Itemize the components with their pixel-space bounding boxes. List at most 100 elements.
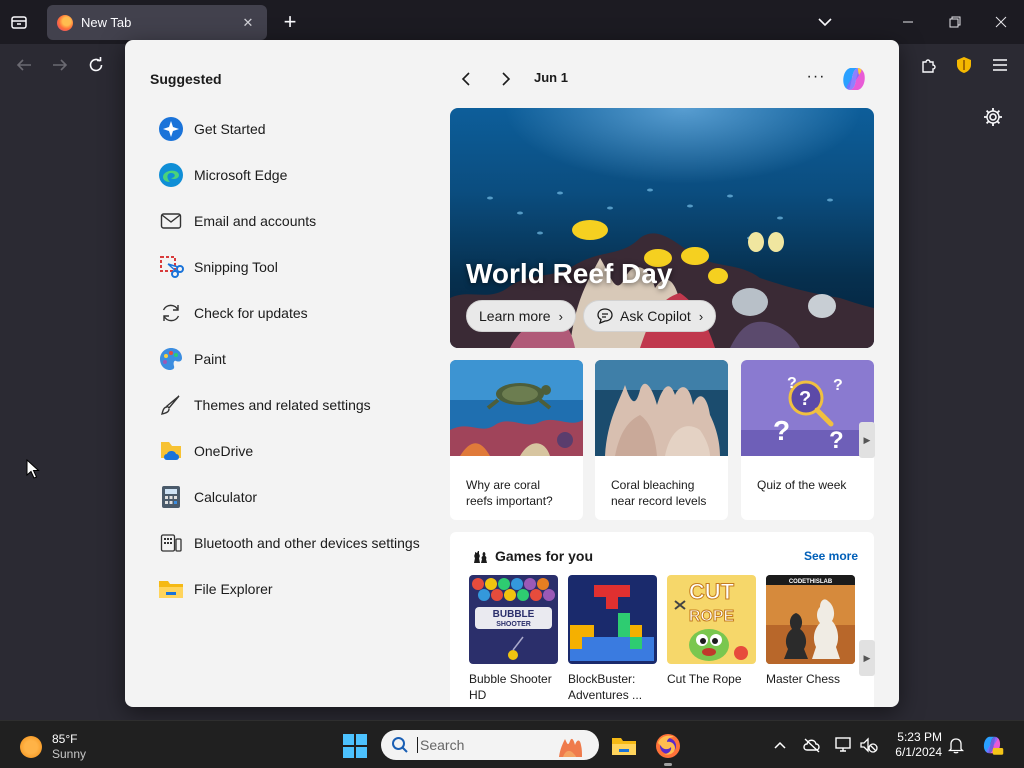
- bubble-shooter-art: BUBBLE SHOOTER: [469, 575, 558, 664]
- start-button[interactable]: [342, 733, 368, 759]
- story-card-coral-bleaching[interactable]: Coral bleaching near record levels: [595, 360, 728, 520]
- suggested-app-calculator[interactable]: Calculator: [158, 474, 438, 520]
- suggested-app-get-started[interactable]: Get Started: [158, 106, 438, 152]
- codethislab-logo-text: CODETHISLAB: [789, 579, 833, 585]
- suggested-heading: Suggested: [150, 71, 222, 87]
- calculator-icon: [158, 484, 184, 510]
- taskbar: 85°F Sunny Search 5:23 PM 6/1/2024: [0, 720, 1024, 768]
- browser-tab-bar: New Tab ✕ +: [0, 0, 1024, 44]
- back-button[interactable]: [12, 54, 36, 76]
- get-started-icon: [158, 116, 184, 142]
- svg-text:ROPE: ROPE: [689, 608, 735, 625]
- hero-card-world-reef-day[interactable]: World Reef Day Learn more › Ask Copilot …: [450, 108, 874, 348]
- previous-day-button[interactable]: [455, 68, 477, 90]
- stories-scroll-right-button[interactable]: ▶: [859, 422, 875, 458]
- feed-date: Jun 1: [534, 70, 568, 85]
- next-day-button[interactable]: [495, 68, 517, 90]
- suggested-app-email-accounts[interactable]: Email and accounts: [158, 198, 438, 244]
- chevron-left-icon: [461, 72, 470, 86]
- suggested-app-check-updates[interactable]: Check for updates: [158, 290, 438, 336]
- suggested-app-bluetooth-devices[interactable]: Bluetooth and other devices settings: [158, 520, 438, 566]
- svg-text:SHOOTER: SHOOTER: [496, 621, 531, 628]
- system-clock[interactable]: 5:23 PM 6/1/2024: [890, 730, 942, 760]
- extensions-button[interactable]: [917, 54, 941, 76]
- window-close-button[interactable]: [991, 12, 1011, 32]
- cloud-offline-icon: [803, 738, 820, 753]
- game-blockbuster[interactable]: BlockBuster: Adventures ...: [568, 575, 657, 703]
- tab-close-icon[interactable]: ✕: [239, 15, 257, 31]
- svg-text:?: ?: [799, 388, 811, 410]
- newtab-settings-button[interactable]: [982, 106, 1004, 128]
- hamburger-menu-icon: [993, 59, 1007, 71]
- suggested-app-onedrive[interactable]: OneDrive: [158, 428, 438, 474]
- svg-text:?: ?: [833, 377, 843, 394]
- taskbar-search[interactable]: [381, 730, 599, 760]
- copilot-taskbar-button[interactable]: [980, 733, 1004, 757]
- story-card-coral-reefs[interactable]: Why are coral reefs important?: [450, 360, 583, 520]
- tab-title: New Tab: [81, 15, 132, 30]
- game-cut-the-rope[interactable]: CUT ROPE Cut The Rope: [667, 575, 756, 687]
- chevron-right-icon: ›: [698, 308, 704, 324]
- arrow-right-icon: [53, 59, 68, 71]
- caret-right-icon: ▶: [863, 434, 871, 445]
- games-scroll-right-button[interactable]: ▶: [859, 640, 875, 676]
- suggested-app-file-explorer[interactable]: File Explorer: [158, 566, 438, 612]
- svg-text:CUT: CUT: [689, 579, 735, 604]
- reload-icon: [89, 57, 103, 72]
- volume-tray-icon[interactable]: [859, 735, 879, 755]
- game-bubble-shooter[interactable]: BUBBLE SHOOTER Bubble Shooter HD: [469, 575, 558, 703]
- minimize-button[interactable]: [898, 12, 918, 32]
- paint-icon: [158, 346, 184, 372]
- ask-copilot-button[interactable]: Ask Copilot ›: [583, 300, 717, 332]
- suggested-app-themes[interactable]: Themes and related settings: [158, 382, 438, 428]
- puzzle-icon: [922, 59, 936, 73]
- copilot-icon: [843, 68, 865, 90]
- refresh-icon: [158, 300, 184, 326]
- restore-icon: [949, 16, 961, 28]
- bleached-coral-image: [595, 360, 728, 456]
- story-headline: Quiz of the week: [757, 478, 847, 492]
- suggested-app-snipping-tool[interactable]: Snipping Tool: [158, 244, 438, 290]
- tab-list-button[interactable]: [6, 10, 32, 34]
- search-input[interactable]: [417, 737, 547, 753]
- caret-right-icon: ▶: [863, 652, 871, 663]
- hero-title: World Reef Day: [466, 258, 673, 289]
- show-hidden-icons-button[interactable]: [770, 735, 790, 755]
- ask-copilot-label: Ask Copilot: [620, 308, 691, 324]
- list-all-tabs-button[interactable]: [815, 13, 835, 31]
- sea-turtle-image: [450, 360, 583, 456]
- story-card-quiz-week[interactable]: ? ? ? ? ? Quiz of the week: [741, 360, 874, 520]
- copilot-button[interactable]: [838, 63, 870, 95]
- reload-button[interactable]: [84, 54, 108, 76]
- svg-text:?: ?: [829, 427, 844, 454]
- app-menu-button[interactable]: [988, 54, 1012, 76]
- weather-widget[interactable]: 85°F Sunny: [20, 732, 86, 762]
- see-more-link[interactable]: See more: [804, 549, 858, 563]
- game-thumbnail: BUBBLE SHOOTER: [469, 575, 558, 664]
- onedrive-tray-icon[interactable]: [802, 735, 822, 755]
- taskbar-file-explorer[interactable]: [607, 729, 641, 763]
- notifications-button[interactable]: [946, 735, 966, 755]
- firefox-logo-icon: [656, 734, 680, 758]
- game-label: Master Chess: [766, 672, 841, 686]
- cut-the-rope-art: CUT ROPE: [667, 575, 756, 664]
- mail-icon: [158, 208, 184, 234]
- suggested-app-paint[interactable]: Paint: [158, 336, 438, 382]
- game-label: BlockBuster: Adventures ...: [568, 672, 643, 702]
- forward-button[interactable]: [48, 54, 72, 76]
- brush-icon: [158, 392, 184, 418]
- copilot-icon: [983, 736, 1004, 755]
- snipping-tool-icon: [158, 254, 184, 280]
- game-master-chess[interactable]: CODETHISLAB Master Chess: [766, 575, 855, 687]
- suggested-app-edge[interactable]: Microsoft Edge: [158, 152, 438, 198]
- new-tab-button[interactable]: +: [279, 9, 301, 35]
- shield-icon: [957, 57, 971, 73]
- taskbar-firefox[interactable]: [651, 729, 685, 766]
- restore-button[interactable]: [945, 12, 965, 32]
- more-options-button[interactable]: ···: [805, 68, 827, 90]
- learn-more-button[interactable]: Learn more ›: [466, 300, 576, 332]
- edge-icon: [158, 162, 184, 188]
- network-tray-icon[interactable]: [834, 735, 854, 755]
- shield-extension-button[interactable]: [952, 54, 976, 76]
- tab-new-tab[interactable]: New Tab ✕: [47, 5, 267, 40]
